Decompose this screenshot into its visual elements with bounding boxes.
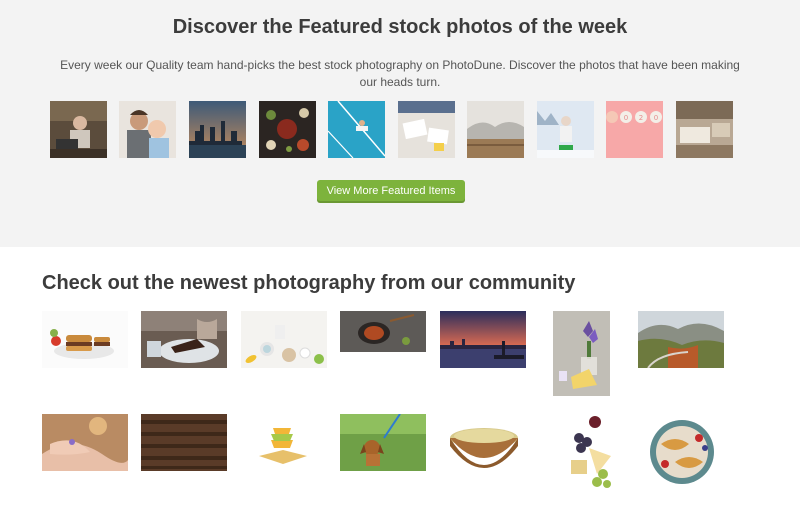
- community-photo-breakfast-flat-lay[interactable]: [241, 311, 327, 368]
- featured-thumb-elderly-woman-laptop[interactable]: [50, 101, 107, 158]
- community-photo-wooden-bowl-grain[interactable]: [446, 414, 522, 486]
- svg-text:0: 0: [624, 114, 628, 122]
- community-photo-burgers-on-plate[interactable]: [42, 311, 128, 368]
- featured-thumb-rustic-bedroom[interactable]: [676, 101, 733, 158]
- community-photo-hands-with-ring[interactable]: [42, 414, 128, 471]
- featured-thumb-food-flat-lay-dark[interactable]: [259, 101, 316, 158]
- svg-text:0: 0: [654, 114, 658, 122]
- svg-text:2: 2: [639, 114, 643, 122]
- community-photo-puppy-on-grass[interactable]: [340, 414, 426, 471]
- community-photo-sunset-pier-silhouette[interactable]: [440, 311, 526, 368]
- featured-thumb-misty-landscape[interactable]: [467, 101, 524, 158]
- featured-thumb-2020-balloons-pink[interactable]: 0 2 0: [606, 101, 663, 158]
- featured-title: Discover the Featured stock photos of th…: [172, 16, 628, 38]
- featured-thumb-city-skyline-dusk[interactable]: [189, 101, 246, 158]
- featured-section: Discover the Featured stock photos of th…: [0, 0, 800, 247]
- featured-description: Every week our Quality team hand-picks t…: [60, 58, 740, 89]
- community-photo-chocolate-cake-slice[interactable]: [141, 311, 227, 368]
- community-photo-croissants-on-plate[interactable]: [645, 414, 719, 488]
- community-photo-mountain-road-autumn[interactable]: [638, 311, 724, 368]
- featured-thumb-child-in-snow[interactable]: [537, 101, 594, 158]
- featured-thumb-father-and-baby[interactable]: [119, 101, 176, 158]
- community-photo-cheese-and-grapes[interactable]: [567, 414, 617, 494]
- featured-thumb-office-desk-papers[interactable]: [398, 101, 455, 158]
- community-photo-dish-on-stone[interactable]: [340, 311, 426, 352]
- view-more-featured-button[interactable]: View More Featured Items: [317, 180, 465, 203]
- community-title: Check out the newest photography from ou…: [42, 272, 576, 294]
- featured-thumb-tennis-court-aerial[interactable]: [328, 101, 385, 158]
- community-photo-wood-texture[interactable]: [141, 414, 227, 471]
- community-photo-stacked-bowls[interactable]: [241, 414, 327, 471]
- community-photo-cheese-and-flowers[interactable]: [553, 311, 610, 396]
